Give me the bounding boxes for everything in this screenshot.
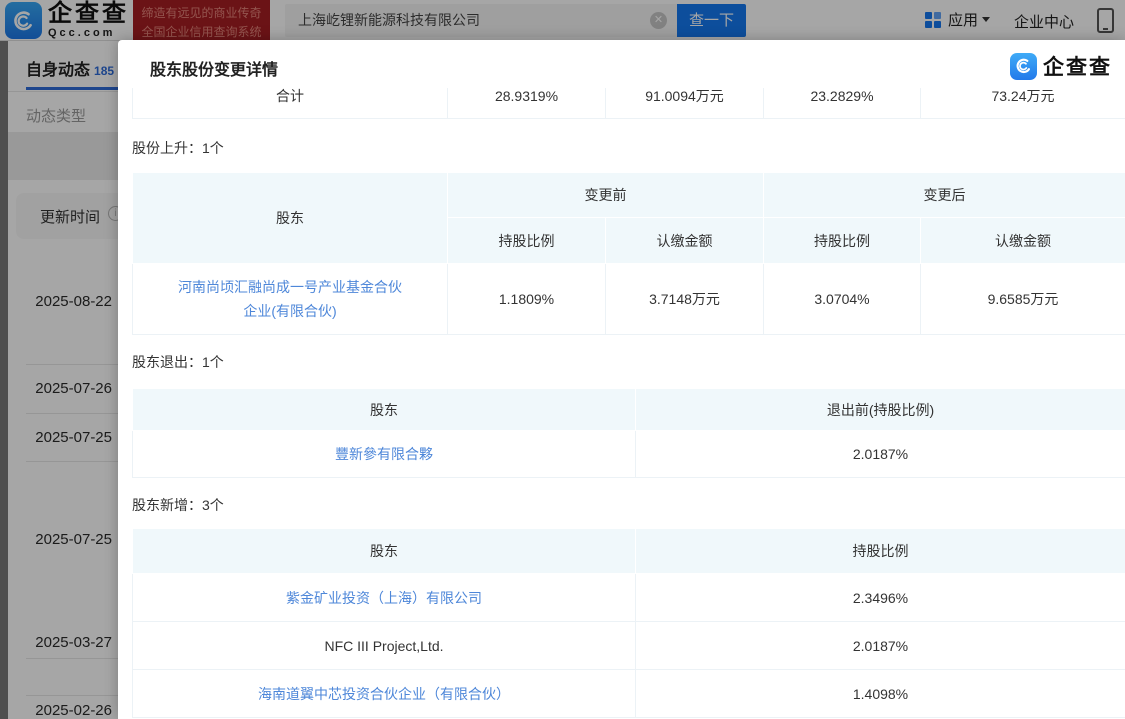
col-shareholder: 股东 [133, 173, 448, 264]
shareholder-name-cell: 海南道翼中芯投资合伙企业（有限合伙） [133, 670, 636, 718]
qcc-swirl-icon [1015, 57, 1033, 75]
exit-table: 股东 退出前(持股比例) 豐新參有限合夥 2.0187% [132, 388, 1125, 478]
up-table: 股东 变更前 变更后 持股比例 认缴金额 持股比例 认缴金额 河南尚顷汇融尚成一… [132, 172, 1125, 335]
table-row: 河南尚顷汇融尚成一号产业基金合伙企业(有限合伙) 1.1809% 3.7148万… [133, 264, 1125, 335]
modal-title: 股东股份变更详情 [150, 56, 278, 80]
table-header-row: 股东 变更前 变更后 [133, 173, 1125, 218]
before-amount-cell: 3.7148万元 [606, 264, 764, 335]
shareholder-link[interactable]: 海南道翼中芯投资合伙企业（有限合伙） [258, 686, 510, 702]
col-after-amount: 认缴金额 [921, 218, 1125, 264]
shareholder-name-cell: 河南尚顷汇融尚成一号产业基金合伙企业(有限合伙) [133, 264, 448, 335]
after-ratio-cell: 3.0704% [764, 264, 921, 335]
table-row: NFC III Project,Ltd. 2.0187% [133, 622, 1125, 670]
col-before-ratio: 持股比例 [448, 218, 606, 264]
ratio-cell: 2.3496% [636, 574, 1125, 622]
col-shareholder: 股东 [133, 529, 636, 574]
shareholder-link[interactable]: 紫金矿业投资（上海）有限公司 [286, 590, 482, 606]
modal-brand: 企查查 [1010, 51, 1112, 81]
new-table: 股东 持股比例 紫金矿业投资（上海）有限公司 2.3496% NFC III P… [132, 528, 1125, 718]
table-row: 海南道翼中芯投资合伙企业（有限合伙） 1.4098% [133, 670, 1125, 718]
summary-before-amount: 91.0094万元 [606, 88, 764, 119]
page: 企查查 Qcc.com 缔造有远见的商业传奇 全国企业信用查询系统 上海屹锂新能… [0, 0, 1125, 719]
ratio-cell: 2.0187% [636, 622, 1125, 670]
after-amount-cell: 9.6585万元 [921, 264, 1125, 335]
shareholder-name-cell: 紫金矿业投资（上海）有限公司 [133, 574, 636, 622]
summary-table: 合计 28.9319% 91.0094万元 23.2829% 73.24万元 [132, 88, 1125, 119]
summary-table-clipped: 合计 28.9319% 91.0094万元 23.2829% 73.24万元 [132, 88, 1125, 120]
section-up-label: 股份上升：1个 [132, 138, 224, 158]
before-ratio-cell: 1.1809% [448, 264, 606, 335]
summary-after-ratio: 23.2829% [764, 88, 921, 119]
ratio-cell: 1.4098% [636, 670, 1125, 718]
table-header-row: 股东 退出前(持股比例) [133, 389, 1125, 431]
col-after-ratio: 持股比例 [764, 218, 921, 264]
section-new-label: 股东新增：3个 [132, 495, 224, 515]
col-shareholder: 股东 [133, 389, 636, 431]
brand-name: 企查查 [1043, 51, 1112, 81]
col-before-group: 变更前 [448, 173, 764, 218]
table-row: 紫金矿业投资（上海）有限公司 2.3496% [133, 574, 1125, 622]
shareholder-change-modal: 股东股份变更详情 企查查 合计 28.9319% 91.0094万元 23.28… [118, 40, 1125, 719]
table-header-row: 股东 持股比例 [133, 529, 1125, 574]
col-before-exit-ratio: 退出前(持股比例) [636, 389, 1125, 431]
table-row: 豐新參有限合夥 2.0187% [133, 431, 1125, 478]
shareholder-link[interactable]: 豐新參有限合夥 [335, 446, 433, 462]
shareholder-name-cell: NFC III Project,Ltd. [133, 622, 636, 670]
table-row: 合计 28.9319% 91.0094万元 23.2829% 73.24万元 [133, 88, 1125, 119]
summary-label-cell: 合计 [133, 88, 448, 119]
summary-before-ratio: 28.9319% [448, 88, 606, 119]
section-exit-label: 股东退出：1个 [132, 352, 224, 372]
shareholder-name-cell: 豐新參有限合夥 [133, 431, 636, 478]
exit-ratio-cell: 2.0187% [636, 431, 1125, 478]
col-after-group: 变更后 [764, 173, 1125, 218]
qcc-logo-icon [1010, 53, 1037, 80]
shareholder-link[interactable]: 河南尚顷汇融尚成一号产业基金合伙企业(有限合伙) [178, 279, 402, 319]
col-ratio: 持股比例 [636, 529, 1125, 574]
summary-after-amount: 73.24万元 [921, 88, 1125, 119]
col-before-amount: 认缴金额 [606, 218, 764, 264]
